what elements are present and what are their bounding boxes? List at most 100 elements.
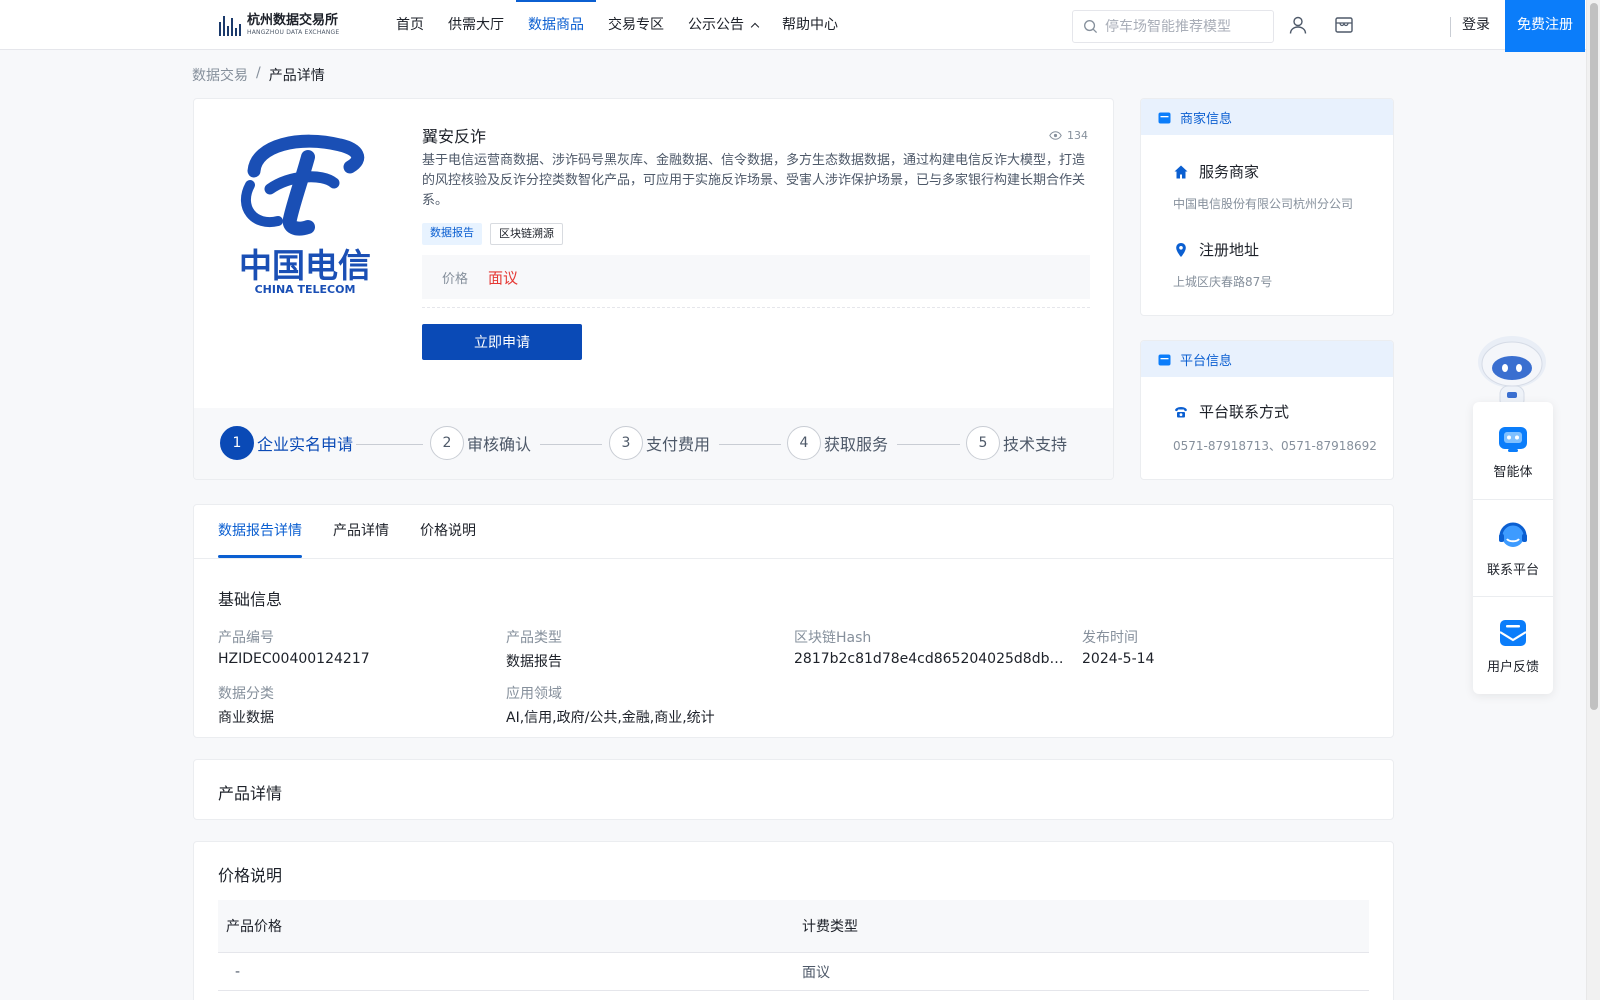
column-product-price: 产品价格: [226, 919, 282, 935]
tab-price-description[interactable]: 价格说明: [420, 505, 476, 558]
detail-card: 数据报告详情 产品详情 价格说明 基础信息 产品编号 HZIDEC0040012…: [193, 504, 1394, 738]
home-icon: [1174, 165, 1188, 178]
merchant-info-card: 商家信息 服务商家 中国电信股份有限公司杭州分公司 注册地址 上城区庆春路87号: [1140, 98, 1394, 316]
step-5: 5 技术支持: [966, 426, 1067, 460]
platform-info-card: 平台信息 平台联系方式 0571-87918713、0571-87918692: [1140, 340, 1394, 480]
field-blockchain-hash: 区块链Hash 2817b2c81d78e4cd865204025d8dbe46…: [794, 630, 1072, 667]
platform-info-title: 平台信息: [1180, 353, 1233, 369]
nav-help-center[interactable]: 帮助中心: [770, 0, 850, 50]
agent-tool[interactable]: 智能体: [1473, 402, 1553, 499]
product-detail-title: 产品详情: [218, 784, 283, 803]
column-billing-type: 计费类型: [802, 919, 858, 935]
tag-blockchain-trace: 区块链溯源: [490, 223, 563, 245]
telephone-icon: [1175, 406, 1187, 417]
calendar-icon: [1158, 112, 1171, 123]
field-product-type: 产品类型 数据报告: [506, 630, 562, 670]
price-table-header: 产品价格 计费类型: [218, 900, 1369, 953]
chevron-up-icon: [750, 22, 760, 32]
step-3-number: 3: [609, 426, 643, 460]
robot-mascot-icon[interactable]: [1472, 328, 1552, 408]
step-4: 4 获取服务: [787, 426, 888, 460]
product-description: 基于电信运营商数据、涉诈码号黑灰库、金融数据、信令数据，多方生态数据数据，通过构…: [422, 153, 1086, 208]
product-summary-card: 中国电信 CHINA TELECOM 翼安反诈 134 基于电信运营商数据、涉诈…: [193, 98, 1114, 480]
tag-data-report: 数据报告: [422, 223, 482, 245]
step-3-label: 支付费用: [646, 435, 711, 454]
price-value: 面议: [488, 268, 519, 287]
tab-report-detail[interactable]: 数据报告详情: [218, 505, 302, 558]
header-divider: [1450, 17, 1451, 37]
merchant-info-title: 商家信息: [1180, 111, 1233, 127]
store-icon[interactable]: [1334, 15, 1354, 35]
step-5-label: 技术支持: [1003, 435, 1068, 454]
step-3: 3 支付费用: [609, 426, 710, 460]
calendar-icon: [1158, 354, 1171, 365]
contact-platform-tool[interactable]: 联系平台: [1473, 499, 1553, 596]
breadcrumb-parent[interactable]: 数据交易: [192, 65, 248, 85]
apply-now-button[interactable]: 立即申请: [422, 324, 582, 360]
platform-contact-title: 平台联系方式: [1173, 401, 1289, 422]
search-icon[interactable]: [1083, 19, 1098, 34]
search-input[interactable]: [1105, 18, 1265, 35]
service-merchant-title: 服务商家: [1173, 161, 1259, 182]
product-detail-section: 产品详情: [193, 759, 1394, 820]
headset-icon: [1499, 522, 1527, 547]
tab-product-detail[interactable]: 产品详情: [333, 505, 389, 558]
china-telecom-logo: 中国电信 CHINA TELECOM: [239, 134, 371, 296]
page-scrollbar[interactable]: [1586, 0, 1600, 1000]
breadcrumb: 数据交易 / 产品详情: [192, 65, 325, 85]
user-icon[interactable]: [1288, 15, 1308, 35]
register-button[interactable]: 免费注册: [1505, 0, 1585, 52]
logo-subtitle: HANGZHOU DATA EXCHANGE: [247, 29, 340, 36]
step-5-number: 5: [966, 426, 1000, 460]
tabs-divider: [194, 558, 1393, 559]
svg-text:中国电信: 中国电信: [239, 246, 371, 285]
scrollbar-thumb[interactable]: [1590, 3, 1598, 710]
price-description-section: 价格说明 产品价格 计费类型 - 面议: [193, 841, 1394, 1000]
eye-icon: [1049, 131, 1062, 140]
step-2: 2 审核确认: [430, 426, 531, 460]
hangzhou-data-exchange-logo[interactable]: 杭州数据交易所 HANGZHOU DATA EXCHANGE: [219, 10, 359, 40]
login-link[interactable]: 登录: [1462, 0, 1490, 50]
nav-home[interactable]: 首页: [384, 0, 436, 50]
application-steps: 1 企业实名申请 2 审核确认 3 支付费用 4 获取服务 5 技术支持: [194, 408, 1113, 479]
svg-text:CHINA TELECOM: CHINA TELECOM: [255, 283, 356, 296]
detail-tabs: 数据报告详情 产品详情 价格说明: [218, 505, 476, 558]
platform-contact-value: 0571-87918713、0571-87918692: [1173, 439, 1377, 453]
step-1: 1 企业实名申请: [220, 426, 353, 460]
cell-billing-type: 面议: [802, 964, 830, 981]
platform-info-header: 平台信息: [1141, 341, 1393, 377]
nav-announcements[interactable]: 公示公告: [676, 0, 770, 50]
logo-bars-icon: [219, 14, 241, 36]
feedback-mail-icon: [1499, 619, 1527, 646]
floating-toolbar: 智能体 联系平台 用户反馈: [1473, 402, 1553, 694]
price-divider: [422, 307, 1090, 308]
nav-trade-zone[interactable]: 交易专区: [596, 0, 676, 50]
price-box: 价格 面议: [422, 255, 1090, 299]
field-data-category: 数据分类 商业数据: [218, 686, 274, 726]
step-connector: [719, 444, 781, 445]
nav-supply-demand[interactable]: 供需大厅: [436, 0, 516, 50]
user-feedback-tool[interactable]: 用户反馈: [1473, 596, 1553, 693]
service-merchant-value: 中国电信股份有限公司杭州分公司: [1173, 197, 1354, 211]
registered-address-value: 上城区庆春路87号: [1173, 275, 1273, 289]
nav-data-products[interactable]: 数据商品: [516, 0, 596, 50]
breadcrumb-separator: /: [256, 65, 261, 81]
product-title: 翼安反诈: [422, 127, 487, 146]
merchant-info-header: 商家信息: [1141, 99, 1393, 135]
step-connector: [356, 444, 423, 445]
main-nav: 首页 供需大厅 数据商品 交易专区 公示公告 帮助中心: [384, 0, 850, 50]
agent-robot-icon: [1499, 427, 1527, 452]
view-count-value: 134: [1067, 129, 1088, 142]
step-connector: [540, 444, 602, 445]
breadcrumb-current: 产品详情: [268, 68, 325, 84]
step-2-number: 2: [430, 426, 464, 460]
price-table: 产品价格 计费类型 - 面议: [218, 900, 1369, 991]
search-box[interactable]: [1072, 10, 1274, 43]
location-pin-icon: [1176, 242, 1186, 257]
product-tags: 数据报告 区块链溯源: [422, 223, 563, 245]
field-publish-date: 发布时间 2024-5-14: [1082, 630, 1155, 667]
registered-address-title: 注册地址: [1173, 239, 1259, 260]
field-product-id: 产品编号 HZIDEC00400124217: [218, 630, 370, 667]
step-2-label: 审核确认: [467, 435, 532, 454]
price-label: 价格: [442, 271, 469, 287]
